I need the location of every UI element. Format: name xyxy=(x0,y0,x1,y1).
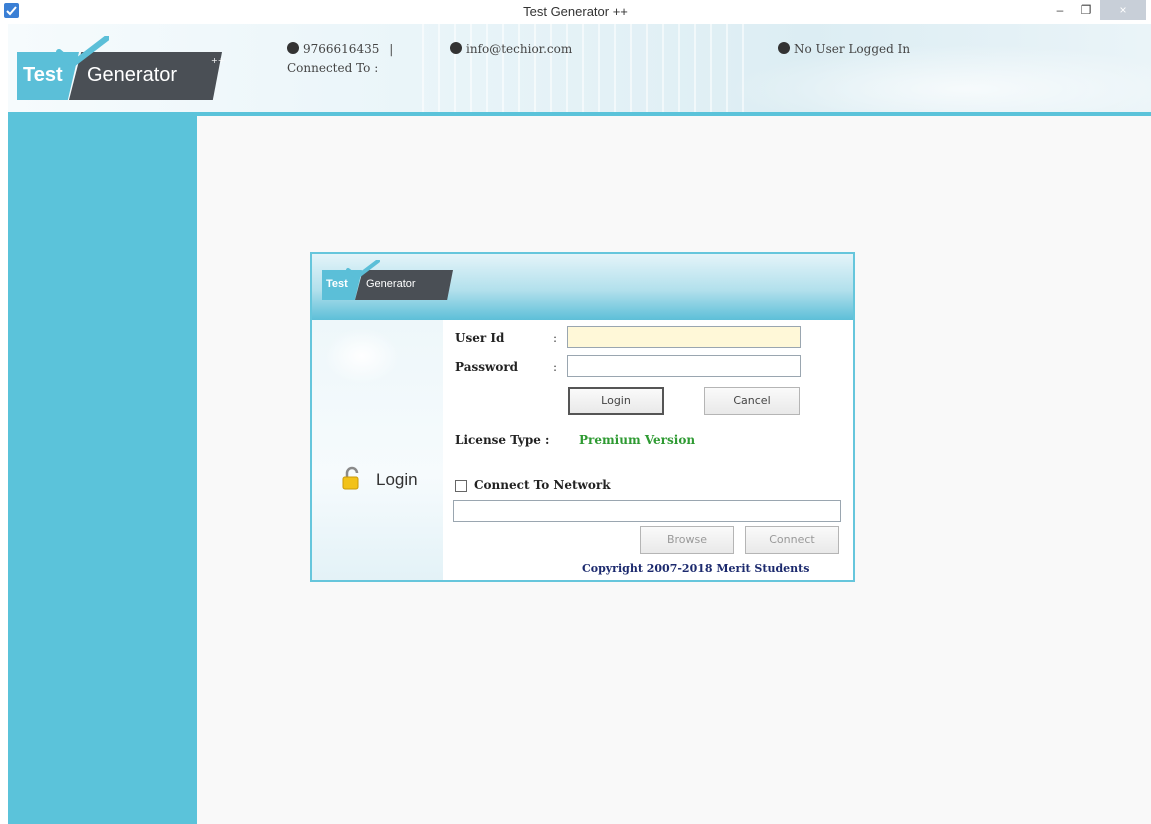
user-id-input[interactable] xyxy=(567,326,801,348)
connect-button[interactable]: Connect xyxy=(745,526,839,554)
phone-number: 9766616435 xyxy=(303,42,380,56)
password-colon: : xyxy=(553,360,558,374)
login-title: Login xyxy=(376,470,418,489)
user-id-label: User Id xyxy=(455,331,505,345)
password-input[interactable] xyxy=(567,355,801,377)
connect-network-checkbox[interactable] xyxy=(455,480,467,492)
phone-icon xyxy=(287,42,299,54)
connect-network-label: Connect To Network xyxy=(474,478,611,492)
network-path-input[interactable] xyxy=(453,500,841,522)
window-title: Test Generator ++ xyxy=(523,4,628,19)
phone-contact: 9766616435 | xyxy=(287,42,399,56)
lock-icon xyxy=(342,466,359,490)
dialog-header: Test Generator xyxy=(312,254,853,320)
email-address: info@techior.com xyxy=(466,42,573,56)
header-decoration xyxy=(408,24,748,112)
logo-generator-text: Generator xyxy=(87,64,178,86)
user-status: No User Logged In xyxy=(778,42,910,56)
dialog-logo-generator-text: Generator xyxy=(366,278,416,290)
login-dialog: Test Generator Login User Id : Password … xyxy=(310,252,855,582)
dialog-logo-check-icon xyxy=(346,260,380,278)
user-icon xyxy=(778,42,790,54)
dialog-side-panel: Login xyxy=(312,320,443,580)
license-type-value: Premium Version xyxy=(579,433,696,447)
contact-separator: | xyxy=(389,42,394,56)
logo-check-icon xyxy=(56,36,109,66)
user-status-text: No User Logged In xyxy=(794,42,911,56)
user-id-colon: : xyxy=(553,331,558,345)
logo-test-text: Test xyxy=(23,64,63,86)
email-icon xyxy=(450,42,462,54)
copyright-text: Copyright 2007-2018 Merit Students xyxy=(582,562,810,575)
side-panel-glow xyxy=(324,328,400,384)
browse-button[interactable]: Browse xyxy=(640,526,734,554)
logo-plusplus: ++ xyxy=(211,56,225,65)
restore-button[interactable]: ❐ xyxy=(1073,0,1099,20)
close-button[interactable]: × xyxy=(1100,0,1146,20)
login-button[interactable]: Login xyxy=(568,387,664,415)
app-logo: Test Generator ++ xyxy=(17,36,225,100)
sidebar xyxy=(8,116,197,824)
minimize-button[interactable]: – xyxy=(1047,0,1073,20)
password-label: Password xyxy=(455,360,519,374)
cancel-button[interactable]: Cancel xyxy=(704,387,800,415)
connected-to: Connected To : xyxy=(287,61,379,75)
email-contact: info@techior.com xyxy=(450,42,572,56)
dialog-logo-test-text: Test xyxy=(326,278,348,290)
license-type-label: License Type : xyxy=(455,433,550,447)
dialog-logo: Test Generator xyxy=(322,260,453,300)
title-bar: Test Generator ++ – ❐ × xyxy=(0,0,1151,24)
